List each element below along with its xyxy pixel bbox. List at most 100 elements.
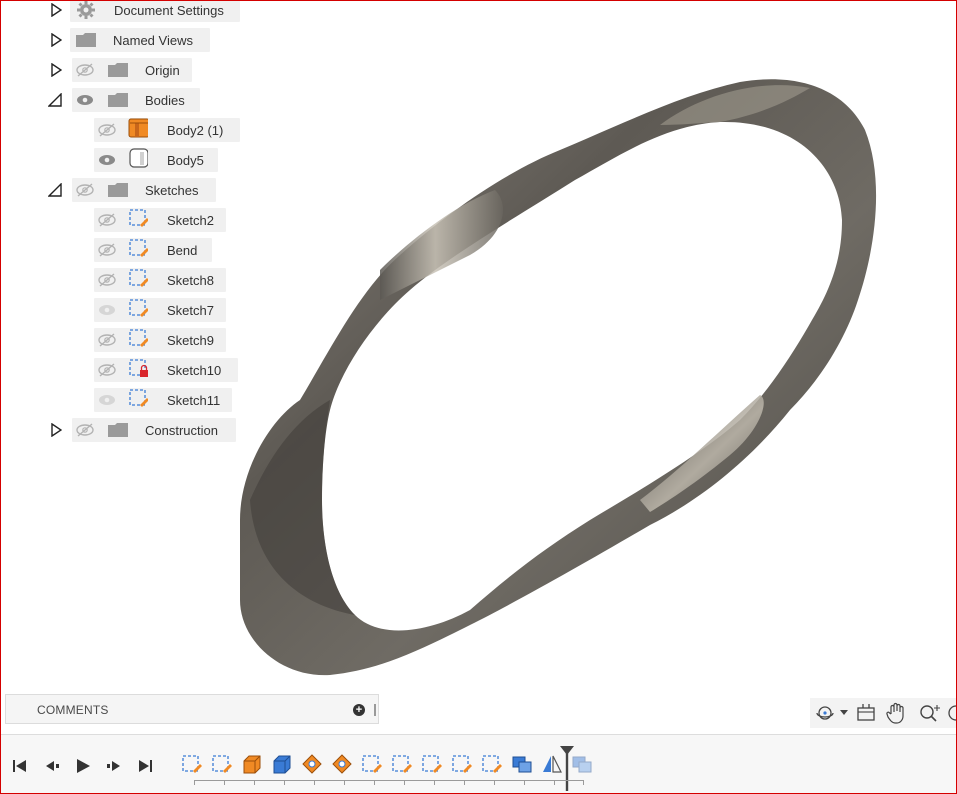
tree-item-label: Bodies [145, 93, 185, 108]
orbit-icon[interactable] [814, 702, 836, 724]
folder-icon [108, 182, 128, 198]
sketch-icon [128, 389, 148, 407]
tree-item-sketch2[interactable]: Sketch2 [94, 208, 226, 232]
tree-item-label: Sketches [145, 183, 199, 198]
eye-hidden-icon[interactable] [75, 422, 95, 438]
tree-item-sketch9[interactable]: Sketch9 [94, 328, 226, 352]
timeline-sketch-icon[interactable] [451, 753, 473, 775]
timeline-tick [224, 780, 225, 785]
tree-item-label: Body2 (1) [167, 123, 224, 138]
eye-hidden-icon[interactable] [75, 62, 95, 78]
timeline-sketch-icon[interactable] [481, 753, 503, 775]
step-forward-icon[interactable] [105, 757, 123, 775]
timeline-tick [524, 780, 525, 785]
timeline-tick [194, 780, 195, 785]
folder-icon [108, 422, 128, 438]
zoom-icon[interactable] [918, 702, 942, 724]
folder-icon [108, 92, 128, 108]
timeline-tick [583, 780, 584, 785]
play-icon[interactable] [74, 757, 92, 775]
sketch-icon [128, 269, 148, 287]
eye-dimmed-icon[interactable] [97, 302, 117, 318]
timeline-body-icon[interactable] [271, 753, 293, 775]
timeline-sketch-icon[interactable] [361, 753, 383, 775]
collapse-arrow-icon[interactable] [48, 182, 62, 198]
timeline-tick [374, 780, 375, 785]
tree-item-label: Sketch2 [167, 213, 214, 228]
navigation-toolbar [810, 698, 957, 728]
eye-hidden-icon[interactable] [97, 242, 117, 258]
timeline-sketch-icon[interactable] [421, 753, 443, 775]
tree-item-body5[interactable]: Body5 [94, 148, 218, 172]
expand-arrow-icon[interactable] [49, 422, 63, 438]
timeline-marker[interactable] [559, 745, 575, 791]
eye-hidden-icon[interactable] [97, 362, 117, 378]
add-comment-icon[interactable]: + [353, 704, 365, 716]
tree-item-named-views[interactable]: Named Views [70, 28, 210, 52]
eye-hidden-icon[interactable] [97, 122, 117, 138]
orbit-dropdown-icon[interactable] [840, 710, 848, 716]
tree-item-label: Sketch10 [167, 363, 222, 378]
step-back-icon[interactable] [43, 757, 61, 775]
eye-hidden-icon[interactable] [97, 332, 117, 348]
timeline-tick [464, 780, 465, 785]
tree-item-sketch7[interactable]: Sketch7 [94, 298, 226, 322]
sketch-icon [128, 239, 148, 257]
timeline-tick [434, 780, 435, 785]
sketch-icon [128, 329, 148, 347]
expand-arrow-icon[interactable] [49, 32, 63, 48]
pan-icon[interactable] [886, 701, 908, 725]
timeline-bar [1, 734, 956, 794]
tree-item-label: Construction [145, 423, 218, 438]
timeline-tick [404, 780, 405, 785]
sketch-icon [128, 209, 148, 227]
comments-title: COMMENTS [37, 703, 109, 717]
eye-icon[interactable] [97, 152, 117, 168]
tree-item-construction[interactable]: Construction [72, 418, 236, 442]
timeline-extrude-icon[interactable] [241, 753, 263, 775]
tree-item-label: Named Views [113, 33, 193, 48]
tree-item-label: Origin [145, 63, 180, 78]
eye-icon[interactable] [75, 92, 95, 108]
tree-item-body2-1[interactable]: Body2 (1) [94, 118, 240, 142]
timeline-tick [314, 780, 315, 785]
timeline-tick [554, 780, 555, 785]
collapse-arrow-icon[interactable] [48, 92, 62, 108]
fit-view-icon[interactable] [948, 702, 957, 724]
tree-item-bend[interactable]: Bend [94, 238, 212, 262]
timeline-tick [344, 780, 345, 785]
tree-item-origin[interactable]: Origin [72, 58, 192, 82]
panel-resize-handle[interactable] [374, 704, 376, 716]
tree-item-label: Body5 [167, 153, 204, 168]
tree-item-sketch11[interactable]: Sketch11 [94, 388, 232, 412]
look-at-icon[interactable] [855, 702, 877, 724]
eye-dimmed-icon[interactable] [97, 392, 117, 408]
timeline-split-icon[interactable] [331, 753, 353, 775]
timeline-sketch-icon[interactable] [391, 753, 413, 775]
sketch-locked-icon [128, 359, 148, 377]
folder-icon [108, 62, 128, 78]
comments-panel[interactable]: COMMENTS + [5, 694, 379, 724]
tree-item-document-settings[interactable]: Document Settings [70, 0, 240, 22]
timeline-sketch-icon[interactable] [181, 753, 203, 775]
go-to-start-icon[interactable] [11, 757, 29, 775]
timeline-tick [254, 780, 255, 785]
tree-item-bodies[interactable]: Bodies [72, 88, 200, 112]
eye-hidden-icon[interactable] [75, 182, 95, 198]
tree-item-sketch10[interactable]: Sketch10 [94, 358, 238, 382]
timeline-split-icon[interactable] [301, 753, 323, 775]
tree-item-label: Sketch9 [167, 333, 214, 348]
gear-icon [76, 1, 96, 19]
expand-arrow-icon[interactable] [49, 2, 63, 18]
tree-item-sketches[interactable]: Sketches [72, 178, 216, 202]
go-to-end-icon[interactable] [136, 757, 154, 775]
body-icon [128, 118, 148, 138]
expand-arrow-icon[interactable] [49, 62, 63, 78]
timeline-combine-icon[interactable] [511, 753, 533, 775]
eye-hidden-icon[interactable] [97, 212, 117, 228]
tree-item-sketch8[interactable]: Sketch8 [94, 268, 226, 292]
eye-hidden-icon[interactable] [97, 272, 117, 288]
timeline-sketch-icon[interactable] [211, 753, 233, 775]
timeline-tick [494, 780, 495, 785]
tree-item-label: Sketch11 [167, 393, 221, 408]
